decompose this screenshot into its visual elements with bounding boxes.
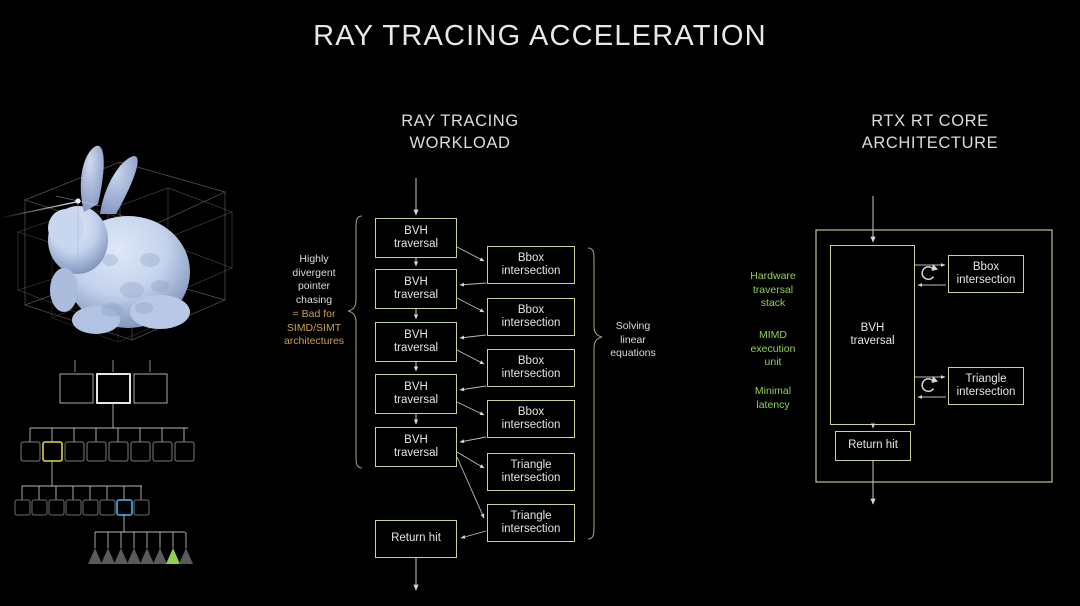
rtx-bvh-traversal-box[interactable]: BVH traversal — [830, 245, 915, 425]
rtx-annot1-line2: traversal — [752, 283, 794, 296]
rtx-annot1-line1: Hardware — [750, 270, 796, 282]
refresh-loop-arrowhead-triangle — [931, 376, 938, 383]
bvh-traversal-4-line1: BVH — [404, 380, 428, 393]
bvh-traversal-1-line1: BVH — [404, 224, 428, 237]
rtx-bbox-line2: intersection — [956, 274, 1016, 286]
bbox-intersection-4-line2: intersection — [501, 419, 561, 431]
bbox-intersection-4-line1: Bbox — [517, 405, 545, 418]
bbox-intersection-3-line1: Bbox — [517, 354, 545, 367]
right-annot-line-1: Solving — [615, 320, 651, 332]
bunny-svg — [0, 145, 233, 343]
workload-triangle-intersection-box-2[interactable]: Triangle intersection — [487, 504, 575, 542]
triangle-intersection-1-line1: Triangle — [510, 458, 552, 471]
left-annot-line-4: chasing — [295, 293, 333, 306]
workload-bbox-intersection-box-1[interactable]: Bbox intersection — [487, 246, 575, 284]
rtx-title-line1: RTX RT CORE — [871, 112, 989, 130]
bbox-intersection-3-line2: intersection — [501, 368, 561, 380]
left-annot-gold-line-3: architectures — [283, 335, 345, 347]
right-annot-line-3: equations — [610, 347, 656, 359]
slide-canvas: RAY TRACING ACCELERATION RAY TRACING WOR… — [0, 0, 1080, 606]
bbox-intersection-1-line2: intersection — [501, 265, 561, 277]
workload-return-hit-label: Return hit — [391, 532, 441, 545]
workload-title-line1: RAY TRACING — [401, 112, 519, 130]
bvh-traversal-2-line1: BVH — [404, 275, 428, 288]
workload-left-annotation-white: Highly divergent pointer chasing — [278, 253, 350, 307]
right-brace — [587, 247, 603, 540]
rtx-annotation-hardware-traversal-stack: Hardware traversal stack — [735, 270, 811, 311]
rtx-return-hit-box[interactable]: Return hit — [835, 431, 911, 461]
bvh-traversal-2-line2: traversal — [393, 289, 439, 301]
workload-return-hit-box[interactable]: Return hit — [375, 520, 457, 558]
workload-triangle-intersection-box-1[interactable]: Triangle intersection — [487, 453, 575, 491]
rtx-annotation-minimal-latency: Minimal latency — [735, 385, 811, 412]
workload-right-annotation: Solving linear equations — [600, 320, 666, 361]
column-title-workload: RAY TRACING WORKLOAD — [340, 110, 580, 154]
workload-left-annotation-gold: = Bad for SIMD/SIMT architectures — [272, 308, 356, 349]
workload-bvh-traversal-box-5[interactable]: BVH traversal — [375, 427, 457, 467]
bbox-intersection-1-line1: Bbox — [517, 251, 545, 264]
left-annot-line-2: divergent — [292, 266, 336, 279]
rtx-bvh-traversal-line1: BVH — [860, 321, 885, 334]
workload-bbox-intersection-box-2[interactable]: Bbox intersection — [487, 298, 575, 336]
rtx-annot3-line2: latency — [756, 398, 790, 411]
rtx-title-line2: ARCHITECTURE — [861, 134, 999, 152]
rtx-triangle-line2: intersection — [956, 386, 1016, 398]
bvh-traversal-3-line2: traversal — [393, 342, 439, 354]
refresh-loop-icon-triangle — [921, 378, 935, 393]
bvh-traversal-4-line2: traversal — [393, 394, 439, 406]
rtx-annot1-line3: stack — [760, 297, 786, 309]
bvh-traversal-5-line2: traversal — [393, 447, 439, 459]
bvh-traversal-3-line1: BVH — [404, 328, 428, 341]
rtx-bbox-intersection-box[interactable]: Bbox intersection — [948, 255, 1024, 293]
bbox-intersection-2-line2: intersection — [501, 317, 561, 329]
rtx-annot2-line2: execution — [750, 342, 796, 355]
left-annot-line-1: Highly — [299, 253, 329, 265]
bbox-intersection-2-line1: Bbox — [517, 303, 545, 316]
rtx-return-hit-label: Return hit — [848, 439, 898, 452]
refresh-loop-icon-bbox — [921, 266, 935, 281]
rtx-triangle-line1: Triangle — [965, 372, 1007, 385]
rtx-annot3-line1: Minimal — [754, 385, 792, 397]
left-annot-line-3: pointer — [297, 280, 331, 292]
workload-bvh-traversal-box-4[interactable]: BVH traversal — [375, 374, 457, 414]
left-annot-gold-line-2: SIMD/SIMT — [286, 321, 342, 334]
bvh-traversal-5-line1: BVH — [404, 433, 428, 446]
page-title: RAY TRACING ACCELERATION — [313, 20, 767, 52]
left-annot-gold-line-1: = Bad for — [292, 308, 336, 320]
bvh-bunny-illustration — [0, 140, 250, 380]
bvh-traversal-1-line2: traversal — [393, 238, 439, 250]
rtx-annot2-line3: unit — [764, 356, 782, 368]
bvh-tree-svg — [14, 360, 195, 564]
triangle-intersection-1-line2: intersection — [501, 472, 561, 484]
workload-bvh-traversal-box-1[interactable]: BVH traversal — [375, 218, 457, 258]
rtx-annotation-mimd-execution-unit: MIMD execution unit — [735, 329, 811, 370]
bvh-tree-illustration — [0, 360, 250, 590]
workload-bvh-traversal-box-2[interactable]: BVH traversal — [375, 269, 457, 309]
triangle-intersection-2-line1: Triangle — [510, 509, 552, 522]
rtx-bvh-traversal-line2: traversal — [850, 335, 895, 347]
rtx-annot2-line1: MIMD — [759, 329, 787, 341]
workload-bvh-traversal-box-3[interactable]: BVH traversal — [375, 322, 457, 362]
right-annot-line-2: linear — [620, 333, 646, 346]
workload-bbox-intersection-box-4[interactable]: Bbox intersection — [487, 400, 575, 438]
rtx-bbox-line1: Bbox — [972, 260, 1000, 273]
column-title-rtx: RTX RT CORE ARCHITECTURE — [810, 110, 1050, 154]
triangle-intersection-2-line2: intersection — [501, 523, 561, 535]
workload-bbox-intersection-box-3[interactable]: Bbox intersection — [487, 349, 575, 387]
workload-title-line2: WORKLOAD — [409, 134, 511, 152]
refresh-loop-arrowhead-bbox — [931, 264, 938, 271]
rtx-triangle-intersection-box[interactable]: Triangle intersection — [948, 367, 1024, 405]
